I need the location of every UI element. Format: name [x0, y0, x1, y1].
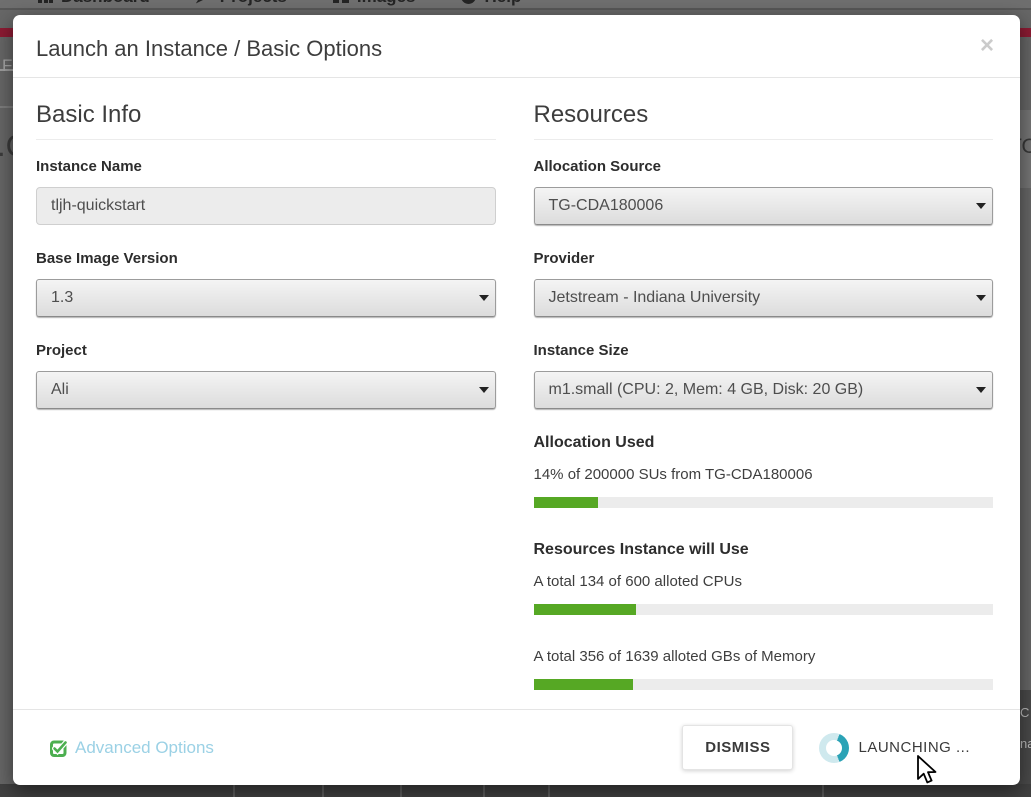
launching-button[interactable]: LAUNCHING ...	[819, 733, 970, 763]
selected-value: Jetstream - Indiana University	[549, 289, 761, 307]
table-divider	[233, 784, 235, 797]
dismiss-button[interactable]: DISMISS	[682, 725, 793, 770]
launching-label: LAUNCHING ...	[858, 739, 970, 756]
top-navbar: Dashboard Projects Images ? Help	[0, 0, 1031, 10]
nav-label: Dashboard	[61, 0, 150, 7]
selected-value: 1.3	[51, 289, 73, 307]
advanced-options-label: Advanced Options	[75, 738, 214, 758]
memory-usage-progressbar	[534, 679, 994, 690]
allocation-source-select[interactable]: TG-CDA180006	[534, 187, 994, 225]
resources-section: Resources Allocation Source TG-CDA180006…	[534, 101, 994, 709]
images-icon	[333, 0, 349, 3]
background-text-fragment: na	[1020, 736, 1031, 751]
dropdown-arrow-icon	[479, 295, 489, 301]
dropdown-arrow-icon	[976, 295, 986, 301]
loading-spinner-icon	[819, 733, 849, 763]
modal-title: Launch an Instance / Basic Options	[36, 36, 382, 62]
close-icon[interactable]: ×	[980, 36, 994, 56]
background-table-header-fragment	[0, 784, 1031, 797]
instance-size-label: Instance Size	[534, 342, 994, 359]
dashboard-icon	[38, 0, 53, 3]
selected-value: m1.small (CPU: 2, Mem: 4 GB, Disk: 20 GB…	[549, 381, 864, 399]
section-heading-resources: Resources	[534, 101, 994, 140]
nav-item-dashboard[interactable]: Dashboard	[38, 0, 150, 7]
dropdown-arrow-icon	[976, 387, 986, 393]
selected-value: TG-CDA180006	[549, 197, 664, 215]
table-divider	[822, 784, 824, 797]
dropdown-arrow-icon	[976, 203, 986, 209]
allocation-used-text: 14% of 200000 SUs from TG-CDA180006	[534, 466, 994, 483]
nav-label: Help	[484, 0, 521, 7]
nav-label: Projects	[220, 0, 287, 7]
progress-fill	[534, 497, 598, 508]
instance-name-field-group: Instance Name	[36, 158, 496, 225]
cpu-usage-text: A total 134 of 600 alloted CPUs	[534, 573, 994, 590]
mouse-cursor	[915, 755, 939, 787]
allocation-used-progressbar	[534, 497, 994, 508]
project-label: Project	[36, 342, 496, 359]
project-select[interactable]: Ali	[36, 371, 496, 409]
progress-fill	[534, 679, 634, 690]
provider-field-group: Provider Jetstream - Indiana University	[534, 250, 994, 317]
table-divider	[400, 784, 402, 797]
base-image-version-select[interactable]: 1.3	[36, 279, 496, 317]
allocation-source-field-group: Allocation Source TG-CDA180006	[534, 158, 994, 225]
selected-value: Ali	[51, 381, 69, 399]
table-divider	[483, 784, 485, 797]
modal-header: Launch an Instance / Basic Options ×	[13, 15, 1020, 78]
nav-item-images[interactable]: Images	[333, 0, 416, 7]
nav-item-help[interactable]: ? Help	[461, 0, 521, 7]
projects-icon	[196, 0, 212, 4]
allocation-used-heading: Allocation Used	[534, 434, 994, 452]
modal-body: Basic Info Instance Name Base Image Vers…	[13, 78, 1020, 709]
help-icon: ?	[461, 0, 476, 4]
allocation-source-label: Allocation Source	[534, 158, 994, 175]
background-divider-fragment	[0, 106, 14, 108]
section-heading-basic-info: Basic Info	[36, 101, 496, 140]
progress-fill	[534, 604, 636, 615]
project-field-group: Project Ali	[36, 342, 496, 409]
table-divider	[548, 784, 550, 797]
memory-usage-text: A total 356 of 1639 alloted GBs of Memor…	[534, 648, 994, 665]
provider-select[interactable]: Jetstream - Indiana University	[534, 279, 994, 317]
provider-label: Provider	[534, 250, 994, 267]
dropdown-arrow-icon	[479, 387, 489, 393]
instance-size-field-group: Instance Size m1.small (CPU: 2, Mem: 4 G…	[534, 342, 994, 409]
basic-info-section: Basic Info Instance Name Base Image Vers…	[36, 101, 496, 709]
check-square-icon	[50, 739, 68, 757]
advanced-options-link[interactable]: Advanced Options	[50, 738, 214, 758]
base-image-version-label: Base Image Version	[36, 250, 496, 267]
launch-instance-modal: Launch an Instance / Basic Options × Bas…	[13, 15, 1020, 785]
instance-name-input[interactable]	[36, 187, 496, 225]
nav-label: Images	[357, 0, 416, 7]
resources-will-use-heading: Resources Instance will Use	[534, 541, 994, 559]
table-divider	[322, 784, 324, 797]
nav-item-projects[interactable]: Projects	[196, 0, 287, 7]
instance-name-label: Instance Name	[36, 158, 496, 175]
instance-size-select[interactable]: m1.small (CPU: 2, Mem: 4 GB, Disk: 20 GB…	[534, 371, 994, 409]
background-text-fragment: C	[1020, 705, 1029, 720]
base-image-version-field-group: Base Image Version 1.3	[36, 250, 496, 317]
cpu-usage-progressbar	[534, 604, 994, 615]
modal-footer: Advanced Options DISMISS LAUNCHING ...	[13, 709, 1020, 785]
